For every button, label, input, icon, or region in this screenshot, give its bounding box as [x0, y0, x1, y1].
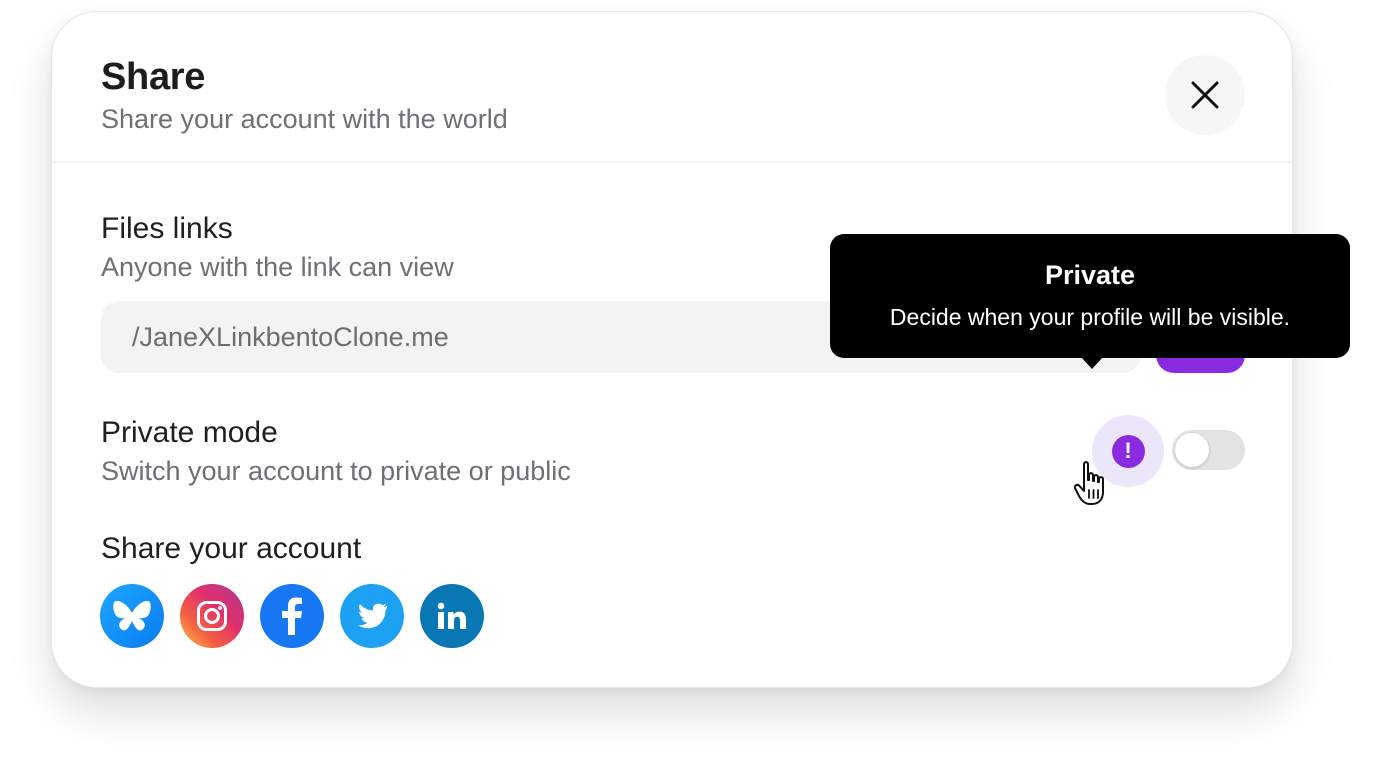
facebook-icon	[282, 597, 302, 635]
linkedin-share-button[interactable]	[420, 584, 484, 648]
bird-icon	[358, 603, 388, 629]
header-divider	[52, 161, 1292, 163]
social-share-list	[100, 584, 484, 648]
bluesky-share-button[interactable]	[100, 584, 164, 648]
private-mode-title: Private mode	[101, 416, 278, 449]
tooltip-title: Private	[1044, 260, 1136, 290]
facebook-share-button[interactable]	[260, 584, 324, 648]
instagram-icon	[197, 601, 227, 631]
close-button[interactable]	[1165, 55, 1245, 135]
files-links-title: Files links	[101, 212, 233, 245]
linkedin-icon	[437, 602, 466, 629]
toggle-knob	[1175, 433, 1209, 467]
private-mode-toggle[interactable]	[1172, 430, 1245, 470]
files-links-subtitle: Anyone with the link can view	[101, 252, 454, 282]
modal-title: Share	[101, 56, 206, 98]
hand-pointer-icon	[1073, 461, 1104, 505]
tooltip-text: Decide when your profile will be visible…	[889, 304, 1291, 330]
modal-subtitle: Share your account with the world	[101, 104, 508, 134]
share-link-value: /JaneXLinkbentoClone.me	[132, 321, 449, 352]
private-mode-tooltip: Private Decide when your profile will be…	[830, 234, 1350, 369]
twitter-share-button[interactable]	[340, 584, 404, 648]
close-icon	[1191, 81, 1219, 109]
exclamation-icon: !	[1111, 434, 1145, 468]
instagram-share-button[interactable]	[180, 584, 244, 648]
private-mode-subtitle: Switch your account to private or public	[101, 456, 571, 486]
share-account-title: Share your account	[101, 532, 362, 565]
butterfly-icon	[113, 600, 151, 631]
